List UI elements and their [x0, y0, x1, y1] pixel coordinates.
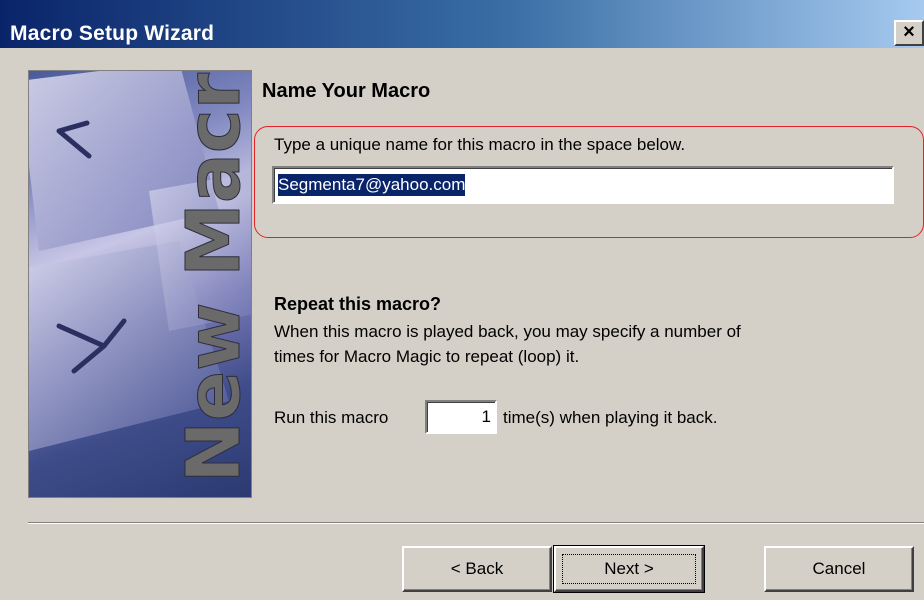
repeat-heading: Repeat this macro?: [274, 294, 442, 314]
cancel-button[interactable]: Cancel: [764, 546, 914, 592]
close-icon: ×: [903, 21, 915, 43]
name-heading: Name Your Macro: [262, 80, 431, 102]
button-separator: [28, 522, 924, 524]
window-title: Macro Setup Wizard: [10, 22, 215, 45]
next-button[interactable]: Next >: [553, 545, 705, 593]
keyboard-keys-image: New Macro: [28, 70, 252, 498]
title-bar: Macro Setup Wizard ×: [0, 0, 924, 48]
side-logo-text: New Macro: [171, 71, 252, 483]
run-suffix-label: time(s) when playing it back.: [503, 408, 718, 427]
highlight-annotation: [254, 126, 924, 238]
run-prefix-label: Run this macro: [274, 408, 389, 427]
close-button[interactable]: ×: [894, 20, 924, 46]
repeat-description-line1: When this macro is played back, you may …: [274, 322, 741, 341]
repeat-count-input[interactable]: 1: [425, 400, 497, 434]
repeat-description-line2: times for Macro Magic to repeat (loop) i…: [274, 347, 580, 366]
back-button[interactable]: < Back: [402, 546, 552, 592]
